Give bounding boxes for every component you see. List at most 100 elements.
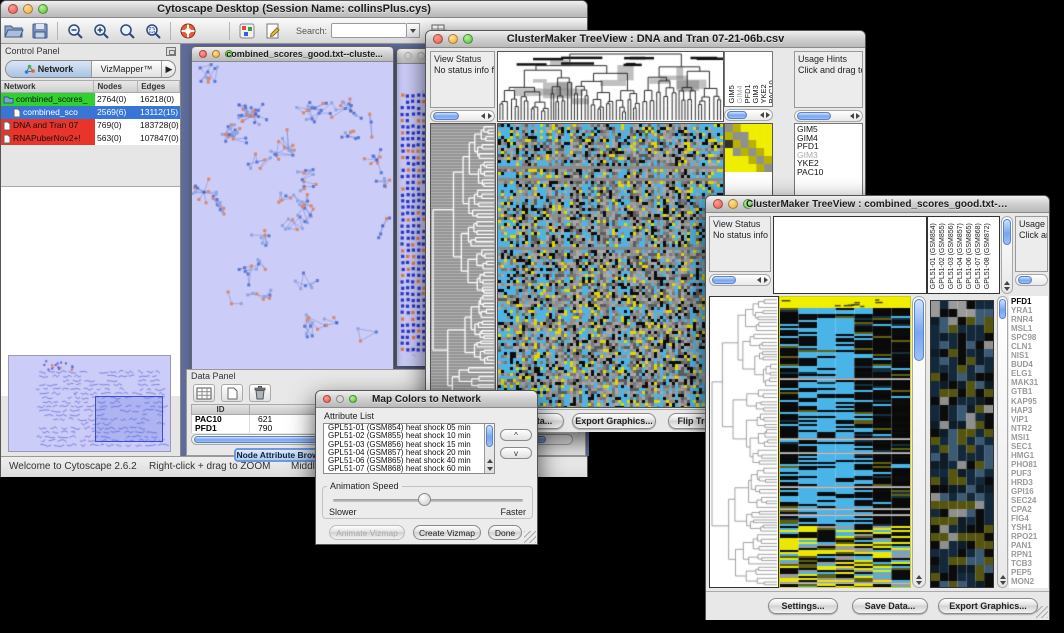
scroll-right-icon[interactable] xyxy=(764,277,768,283)
close-button[interactable] xyxy=(8,4,18,14)
column-label[interactable]: GPL51-08 (GSM872) xyxy=(984,218,993,289)
scroll-right-icon[interactable] xyxy=(766,112,770,118)
network1-titlebar[interactable]: combined_scores_good.txt--cluste... xyxy=(192,47,393,62)
scroll-up-icon[interactable] xyxy=(1004,281,1010,285)
col-id[interactable]: ID xyxy=(192,405,250,414)
scroll-right-icon[interactable] xyxy=(488,113,492,119)
network-overview[interactable] xyxy=(8,355,171,452)
treeview2-button[interactable]: Export Graphics... xyxy=(938,598,1038,614)
scrollbar-thumb[interactable] xyxy=(797,112,831,120)
create-vizmap-button[interactable]: Create Vizmap xyxy=(413,525,481,540)
zoom-heatmap-canvas[interactable] xyxy=(931,301,993,587)
minimize-button[interactable] xyxy=(728,199,738,209)
minimize-button[interactable] xyxy=(23,4,33,14)
gene-label[interactable]: SEC1 xyxy=(1011,442,1048,451)
col-edges[interactable]: Edges xyxy=(138,81,180,92)
move-up-button[interactable]: ^ xyxy=(500,429,532,441)
list-vscrollbar[interactable] xyxy=(484,424,494,473)
column-label[interactable]: GPL51-04 (GSM857) xyxy=(957,218,966,289)
column-label[interactable]: GIM4 xyxy=(735,53,743,103)
network-table-row[interactable]: RNAPuberNov2+! 563(0) 107847(0) xyxy=(1,132,180,145)
scroll-down-icon[interactable] xyxy=(916,581,922,585)
dialog-titlebar[interactable]: Map Colors to Network xyxy=(316,391,537,408)
scroll-down-icon[interactable] xyxy=(1000,581,1006,585)
treeview2-button[interactable]: Settings... xyxy=(768,598,838,614)
gene-label[interactable]: KAP95 xyxy=(1011,397,1048,406)
gene-label[interactable]: FIG4 xyxy=(1011,514,1048,523)
gene-label[interactable]: PAN1 xyxy=(1011,541,1048,550)
scrollbar-thumb[interactable] xyxy=(727,111,747,119)
scrollbar-thumb[interactable] xyxy=(914,299,924,361)
gene-label[interactable]: SEC24 xyxy=(1011,496,1048,505)
row-dendrogram-canvas[interactable] xyxy=(431,124,495,407)
vizmapper-button[interactable] xyxy=(234,20,260,42)
zoom-vscrollbar[interactable] xyxy=(997,296,1008,588)
gene-label[interactable]: CLN1 xyxy=(1011,342,1048,351)
column-label[interactable]: GPL51-01 (GSM854) xyxy=(930,218,939,289)
minimize-button[interactable] xyxy=(417,52,425,60)
col-nodes[interactable]: Nodes xyxy=(94,81,138,92)
scroll-right-icon[interactable] xyxy=(856,113,860,119)
scrollbar-thumb[interactable] xyxy=(433,112,459,120)
close-button[interactable] xyxy=(404,52,412,60)
gene-label[interactable]: MAK31 xyxy=(1011,378,1048,387)
gene-label[interactable]: NTR2 xyxy=(1011,424,1048,433)
gene-label[interactable]: YRA1 xyxy=(1011,306,1048,315)
column-label[interactable]: PAC10 xyxy=(767,53,773,103)
main-titlebar[interactable]: Cytoscape Desktop (Session Name: collins… xyxy=(1,1,587,18)
delete-attribute-button[interactable] xyxy=(249,384,271,402)
usage-hints-scrollbar[interactable] xyxy=(1015,274,1048,286)
minimize-button[interactable] xyxy=(212,50,220,58)
tab-vizmapper[interactable]: VizMapper™ xyxy=(92,61,162,77)
resize-grip[interactable] xyxy=(1036,606,1048,618)
gene-label[interactable]: PUF3 xyxy=(1011,469,1048,478)
move-down-button[interactable]: v xyxy=(500,447,532,459)
tab-overflow-button[interactable]: ▶ xyxy=(162,61,176,77)
attribute-listbox[interactable]: GPL51-01 (GSM854) heat shock 05 minGPL51… xyxy=(323,423,495,474)
new-attribute-button[interactable] xyxy=(221,384,243,402)
scrollbar-thumb[interactable] xyxy=(486,425,493,447)
row-dendrogram-canvas[interactable] xyxy=(710,297,778,587)
column-label[interactable]: YKE2 xyxy=(759,53,767,103)
gene-label[interactable]: RNR4 xyxy=(1011,315,1048,324)
gene-label[interactable]: SPC98 xyxy=(1011,333,1048,342)
scrollbar-thumb[interactable] xyxy=(1018,276,1032,284)
scroll-left-icon[interactable] xyxy=(760,112,764,118)
gene-label[interactable]: TCB3 xyxy=(1011,559,1048,568)
usage-hints-scrollbar[interactable] xyxy=(794,110,863,122)
gene-label[interactable]: VIP1 xyxy=(1011,415,1048,424)
gene-label[interactable]: RPN1 xyxy=(1011,550,1048,559)
scroll-down-icon[interactable] xyxy=(487,467,493,471)
col-network[interactable]: Network xyxy=(1,81,94,92)
animate-vizmap-button[interactable]: Animate Vizmap xyxy=(329,525,405,540)
gene-label[interactable]: HAP3 xyxy=(1011,406,1048,415)
gene-label[interactable]: HRD3 xyxy=(1011,478,1048,487)
scroll-left-icon[interactable] xyxy=(757,277,761,283)
network1-canvas[interactable] xyxy=(192,62,393,369)
gene-label[interactable]: PEP5 xyxy=(1011,568,1048,577)
gene-label[interactable]: PFD1 xyxy=(1011,297,1048,306)
annotation-button[interactable] xyxy=(260,20,286,42)
close-button[interactable] xyxy=(199,50,207,58)
scrollbar-thumb[interactable] xyxy=(999,299,1006,319)
column-label[interactable]: GPL51-06 (GSM865) xyxy=(966,218,975,289)
zoom-selected-button[interactable] xyxy=(140,20,166,42)
column-label[interactable]: GIM3 xyxy=(751,53,759,103)
scroll-down-icon[interactable] xyxy=(1004,287,1010,291)
labels-vscrollbar[interactable] xyxy=(1001,216,1013,294)
gene-label[interactable]: NIS1 xyxy=(1011,351,1048,360)
overview-viewport-rect[interactable] xyxy=(95,396,163,442)
network-table-row[interactable]: combined_scores_ 2764(0) 16218(0) xyxy=(1,93,180,106)
column-label[interactable]: GIM5 xyxy=(727,53,735,103)
close-button[interactable] xyxy=(713,199,723,209)
select-attributes-button[interactable] xyxy=(193,384,215,402)
treeview2-titlebar[interactable]: ClusterMaker TreeView : combined_scores_… xyxy=(706,196,1049,213)
tab-network[interactable]: Network xyxy=(6,61,92,77)
view-status-scrollbar[interactable] xyxy=(709,274,771,286)
open-file-button[interactable] xyxy=(1,20,27,42)
resize-grip[interactable] xyxy=(524,531,536,543)
gene-label[interactable]: GPI16 xyxy=(1011,487,1048,496)
scroll-up-icon[interactable] xyxy=(916,575,922,579)
gene-label[interactable]: BUD4 xyxy=(1011,360,1048,369)
scrollbar-thumb[interactable] xyxy=(712,276,736,284)
